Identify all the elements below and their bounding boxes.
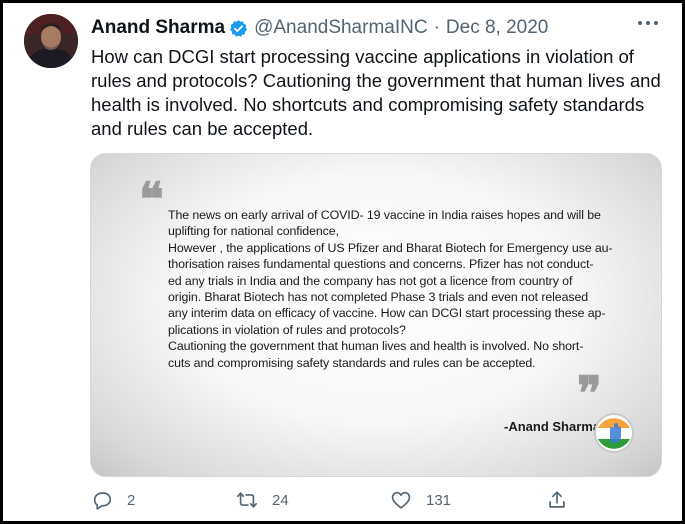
tweet-card: Anand Sharma @AnandSharmaINC · Dec 8, 20… [3, 3, 682, 521]
statement-text: The news on early arrival of COVID- 19 v… [168, 207, 613, 371]
statement-line: uplifting for national confidence, [168, 224, 339, 239]
open-quote-mark: ❝ [139, 172, 164, 226]
statement-line: thorisation raises fundamental questions… [168, 257, 594, 272]
more-options-icon[interactable] [638, 21, 658, 27]
tweet-header: Anand Sharma @AnandSharmaINC · Dec 8, 20… [91, 15, 548, 41]
retweet-button[interactable]: 24 [236, 489, 289, 511]
avatar-photo [24, 14, 78, 68]
share-icon [549, 491, 565, 508]
close-quote-mark: ❞ [577, 366, 602, 420]
reply-count: 2 [127, 491, 136, 509]
share-button[interactable] [546, 489, 568, 511]
statement-line: cuts and compromising safety standards a… [168, 355, 536, 370]
statement-line: any interim data on efficacy of vaccine.… [168, 306, 606, 321]
author-name[interactable]: Anand Sharma [91, 17, 225, 39]
like-count: 131 [426, 491, 452, 509]
reply-button[interactable]: 2 [91, 489, 135, 511]
statement-line: plications in violation of rules and pro… [168, 322, 406, 337]
party-logo-icon [594, 413, 634, 453]
statement-line: However , the applications of US Pfizer … [168, 240, 613, 255]
retweet-icon [237, 492, 257, 508]
statement-line: ed any trials in India and the company h… [168, 273, 573, 288]
statement-line: Cautioning the government that human liv… [168, 339, 584, 354]
retweet-count: 24 [272, 491, 289, 509]
tweet-action-bar: 2 24 131 [3, 481, 682, 521]
tweet-media-image[interactable]: ❝ The news on early arrival of COVID- 19… [90, 153, 662, 477]
statement-line: The news on early arrival of COVID- 19 v… [168, 208, 601, 222]
like-button[interactable]: 131 [390, 489, 451, 511]
tweet-date[interactable]: Dec 8, 2020 [446, 17, 548, 39]
statement-signature: -Anand Sharma [504, 419, 601, 434]
author-handle[interactable]: @AnandSharmaINC [254, 17, 427, 39]
header-separator: · [433, 17, 440, 38]
heart-icon [391, 491, 411, 509]
tweet-text: How can DCGI start processing vaccine ap… [91, 46, 661, 139]
verified-badge-icon [230, 19, 248, 37]
reply-icon [93, 492, 112, 510]
statement-line: origin. Bharat Biotech has not completed… [168, 290, 589, 305]
author-avatar[interactable] [24, 14, 78, 68]
